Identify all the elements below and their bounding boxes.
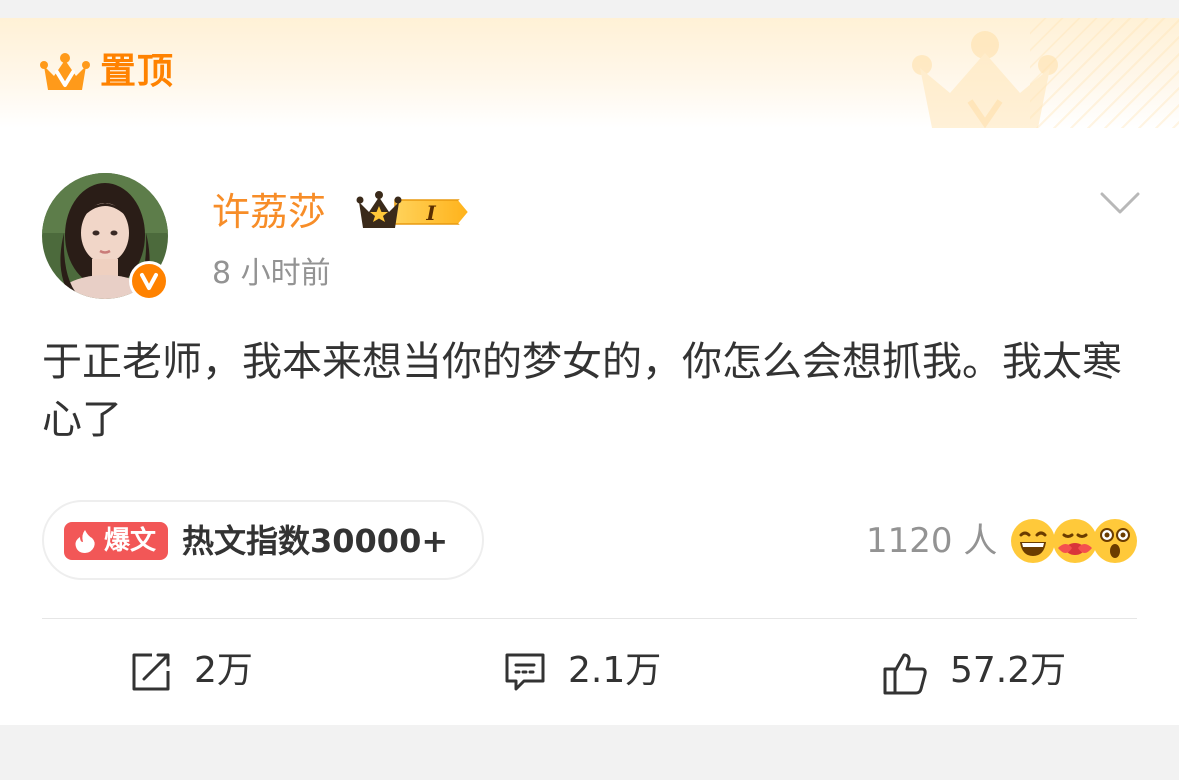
repost-button[interactable]: 2万	[130, 643, 290, 699]
reaction-count[interactable]: 1120 人	[866, 520, 997, 562]
fire-icon	[75, 530, 95, 553]
like-button[interactable]: 57.2万	[882, 643, 1082, 699]
post-time: 8 小时前	[212, 256, 331, 291]
comment-count: 2.1万	[568, 650, 662, 691]
hot-tag-label: 爆文	[104, 526, 157, 556]
divider	[42, 618, 1137, 619]
thumbs-up-icon	[883, 653, 927, 695]
hot-index-pill[interactable]: 爆文 热文指数30000+	[42, 500, 484, 580]
hot-tag: 爆文	[64, 522, 168, 560]
shock-emoji[interactable]	[1092, 518, 1138, 564]
comment-icon	[505, 653, 545, 691]
vip-crown-icon	[40, 53, 90, 90]
repost-count: 2万	[194, 650, 253, 691]
grin-emoji[interactable]	[1010, 518, 1056, 564]
author-name[interactable]: 许荔莎	[212, 190, 326, 234]
hot-index-text: 热文指数30000+	[182, 522, 449, 560]
post-text: 于正老师，我本来想当你的梦女的，你怎么会想抓我。我太寒心了	[42, 339, 1122, 443]
vip-level-text: I	[425, 201, 436, 225]
repost-icon	[132, 653, 170, 691]
crown-watermark-icon	[912, 31, 1058, 128]
verified-v-icon	[129, 261, 169, 301]
pinned-label: 置顶	[100, 51, 175, 92]
post-card: 置顶 许荔莎 I 8 小时前 于正老师，我本来想当你的梦女的，你怎么会想抓我。我…	[0, 18, 1179, 725]
vip-level-badge[interactable]: I	[355, 190, 475, 234]
comment-button[interactable]: 2.1万	[504, 643, 684, 699]
chevron-down-icon[interactable]	[1100, 188, 1140, 218]
like-count: 57.2万	[950, 650, 1067, 691]
pinned-banner: 置顶	[0, 18, 1179, 128]
